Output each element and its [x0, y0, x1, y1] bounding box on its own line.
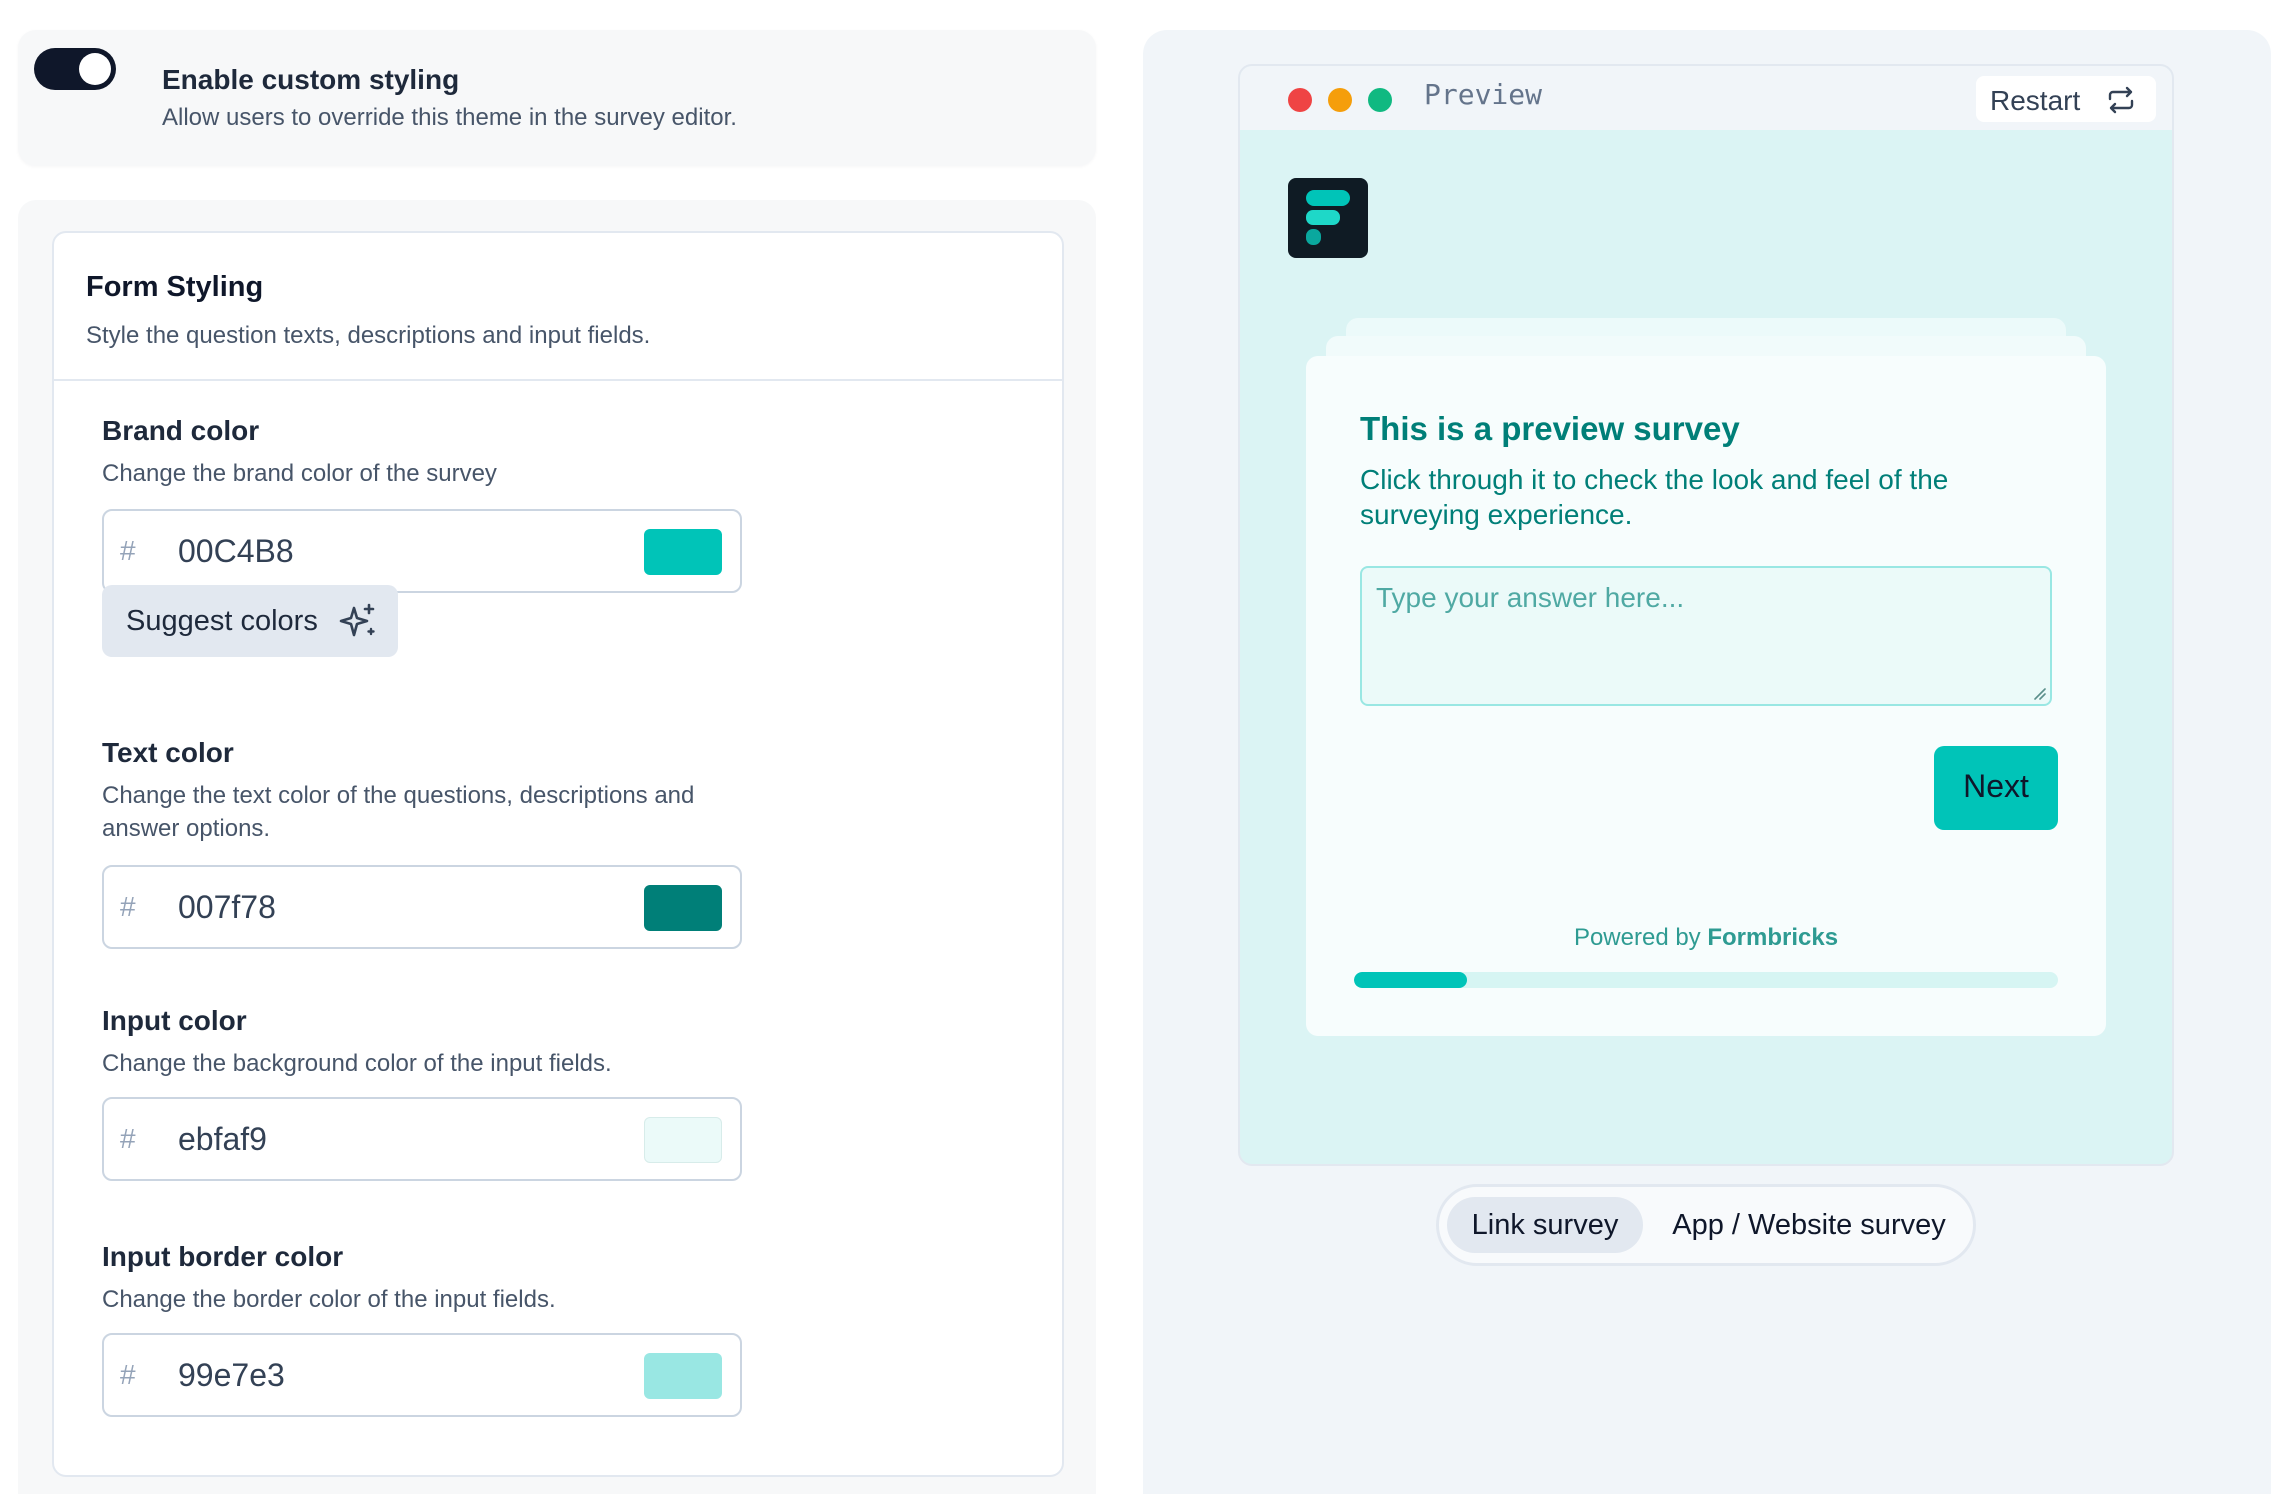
input-border-color-input[interactable]: # 99e7e3 — [102, 1333, 742, 1417]
powered-by-prefix: Powered by — [1573, 924, 1708, 951]
input-color-description: Change the background color of the input… — [102, 1050, 612, 1077]
brand-color-label: Brand color — [102, 415, 260, 446]
input-color-input[interactable]: # ebfaf9 — [102, 1097, 742, 1181]
custom-styling-toggle[interactable] — [34, 48, 116, 90]
survey-card: This is a preview survey Click through i… — [1306, 356, 2106, 1036]
preview-window: Preview Restart This is a preview survey… — [1238, 64, 2174, 1166]
input-border-color-swatch[interactable] — [644, 1353, 722, 1399]
text-color-value: 007f78 — [178, 889, 276, 925]
brand-color-description: Change the brand color of the survey — [102, 460, 497, 487]
resize-handle-icon[interactable] — [2030, 684, 2046, 700]
survey-type-toggle: Link survey App / Website survey — [1436, 1184, 1976, 1266]
brand-color-section: Brand color Change the brand color of th… — [102, 415, 762, 657]
text-color-label: Text color — [102, 737, 234, 768]
progress-fill — [1354, 972, 1467, 988]
input-color-swatch[interactable] — [644, 1117, 722, 1163]
form-styling-subtitle: Style the question texts, descriptions a… — [86, 322, 651, 349]
powered-by: Powered by Formbricks — [1306, 924, 2106, 952]
custom-styling-title: Enable custom styling — [162, 64, 460, 95]
window-maximize-dot — [1368, 88, 1392, 112]
text-color-section: Text color Change the text color of the … — [102, 737, 762, 949]
input-border-color-section: Input border color Change the border col… — [102, 1241, 762, 1417]
form-styling-title: Form Styling — [86, 271, 264, 303]
formbricks-logo — [1288, 178, 1368, 258]
form-styling-header[interactable]: Form Styling Style the question texts, d… — [54, 233, 1062, 381]
tab-link-survey[interactable]: Link survey — [1447, 1197, 1643, 1253]
input-border-color-label: Input border color — [102, 1241, 344, 1272]
repeat-icon — [2108, 86, 2134, 114]
suggest-colors-button[interactable]: Suggest colors — [102, 585, 398, 657]
form-styling-card: Form Styling Style the question texts, d… — [52, 231, 1064, 1477]
brand-color-swatch[interactable] — [644, 529, 722, 575]
progress-bar — [1354, 972, 2058, 988]
question-headline: This is a preview survey — [1360, 410, 1740, 447]
input-color-section: Input color Change the background color … — [102, 1005, 762, 1181]
restart-button[interactable]: Restart — [1976, 76, 2156, 122]
input-color-value: ebfaf9 — [178, 1121, 267, 1157]
custom-styling-description: Allow users to override this theme in th… — [162, 104, 737, 131]
text-color-input[interactable]: # 007f78 — [102, 865, 742, 949]
hash-prefix: # — [120, 1359, 136, 1390]
powered-by-brand-link[interactable]: Formbricks — [1707, 924, 1838, 951]
text-color-description: Change the text color of the questions, … — [102, 782, 695, 842]
question-subheader: Click through it to check the look and f… — [1360, 464, 1949, 530]
formbricks-logo-icon — [1306, 190, 1350, 245]
text-color-swatch[interactable] — [644, 885, 722, 931]
next-button[interactable]: Next — [1934, 746, 2058, 830]
window-close-dot — [1288, 88, 1312, 112]
brand-color-value: 00C4B8 — [178, 533, 294, 569]
hash-prefix: # — [120, 535, 136, 566]
input-border-color-value: 99e7e3 — [178, 1357, 285, 1393]
suggest-colors-label: Suggest colors — [126, 605, 318, 637]
answer-placeholder: Type your answer here... — [1376, 582, 1685, 613]
hash-prefix: # — [120, 891, 136, 922]
input-color-label: Input color — [102, 1005, 247, 1036]
tab-app-website-survey[interactable]: App / Website survey — [1651, 1197, 1967, 1253]
window-minimize-dot — [1328, 88, 1352, 112]
toggle-knob — [79, 53, 111, 85]
custom-styling-card — [18, 30, 1096, 166]
next-label: Next — [1963, 768, 2029, 804]
brand-color-input[interactable]: # 00C4B8 — [102, 509, 742, 593]
preview-window-bar: Preview Restart — [1240, 66, 2172, 130]
hash-prefix: # — [120, 1123, 136, 1154]
sparkles-icon — [339, 603, 375, 637]
preview-window-title: Preview — [1424, 78, 1543, 111]
restart-label: Restart — [1990, 85, 2081, 116]
answer-textarea[interactable]: Type your answer here... — [1360, 566, 2052, 706]
input-border-color-description: Change the border color of the input fie… — [102, 1286, 556, 1313]
